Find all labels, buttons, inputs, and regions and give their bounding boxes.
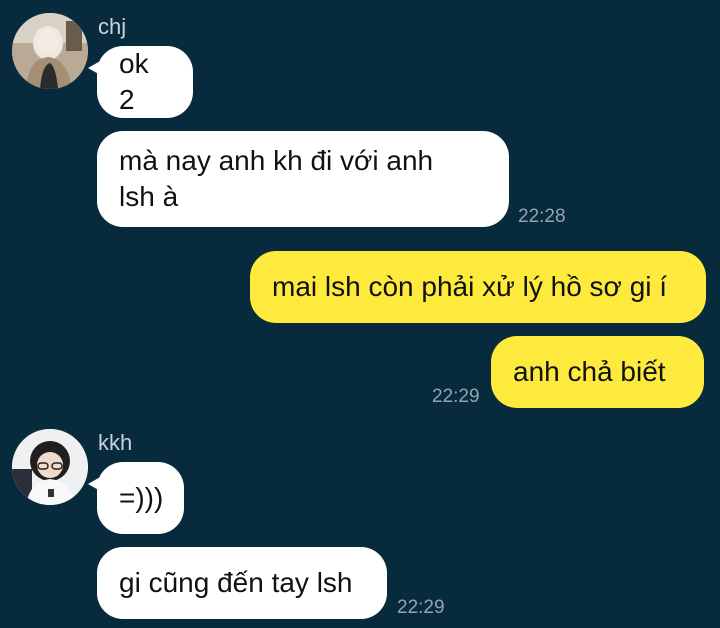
message-timestamp: 22:29 bbox=[397, 597, 445, 618]
avatar-kkh-icon bbox=[12, 429, 88, 505]
message-bubble[interactable]: =))) bbox=[88, 462, 184, 534]
sender-name-kkh: kkh bbox=[98, 430, 133, 455]
message-text: anh chả biết bbox=[513, 356, 666, 387]
message-text: mà nay anh kh đi với anh lsh à bbox=[119, 145, 434, 212]
message-text: gi cũng đến tay lsh bbox=[119, 567, 353, 598]
message-bubble[interactable]: mà nay anh kh đi với anh lsh à bbox=[97, 131, 509, 227]
avatar-chj-icon bbox=[12, 13, 88, 89]
message-bubble-outgoing[interactable]: mai lsh còn phải xử lý hồ sơ gi í bbox=[250, 251, 706, 323]
message-text: mai lsh còn phải xử lý hồ sơ gi í bbox=[272, 271, 668, 302]
avatar-kkh[interactable] bbox=[12, 429, 88, 505]
avatar-chj[interactable] bbox=[12, 13, 88, 89]
message-bubble-outgoing[interactable]: anh chả biết bbox=[491, 336, 704, 408]
message-text: =))) bbox=[119, 482, 164, 513]
message-bubble[interactable]: gi cũng đến tay lsh bbox=[97, 547, 387, 619]
sender-name-chj: chj bbox=[98, 14, 127, 39]
message-timestamp: 22:28 bbox=[518, 206, 566, 227]
message-timestamp: 22:29 bbox=[432, 386, 480, 407]
message-text: ok 2 bbox=[119, 48, 149, 115]
message-bubble[interactable]: ok 2 bbox=[88, 46, 193, 118]
